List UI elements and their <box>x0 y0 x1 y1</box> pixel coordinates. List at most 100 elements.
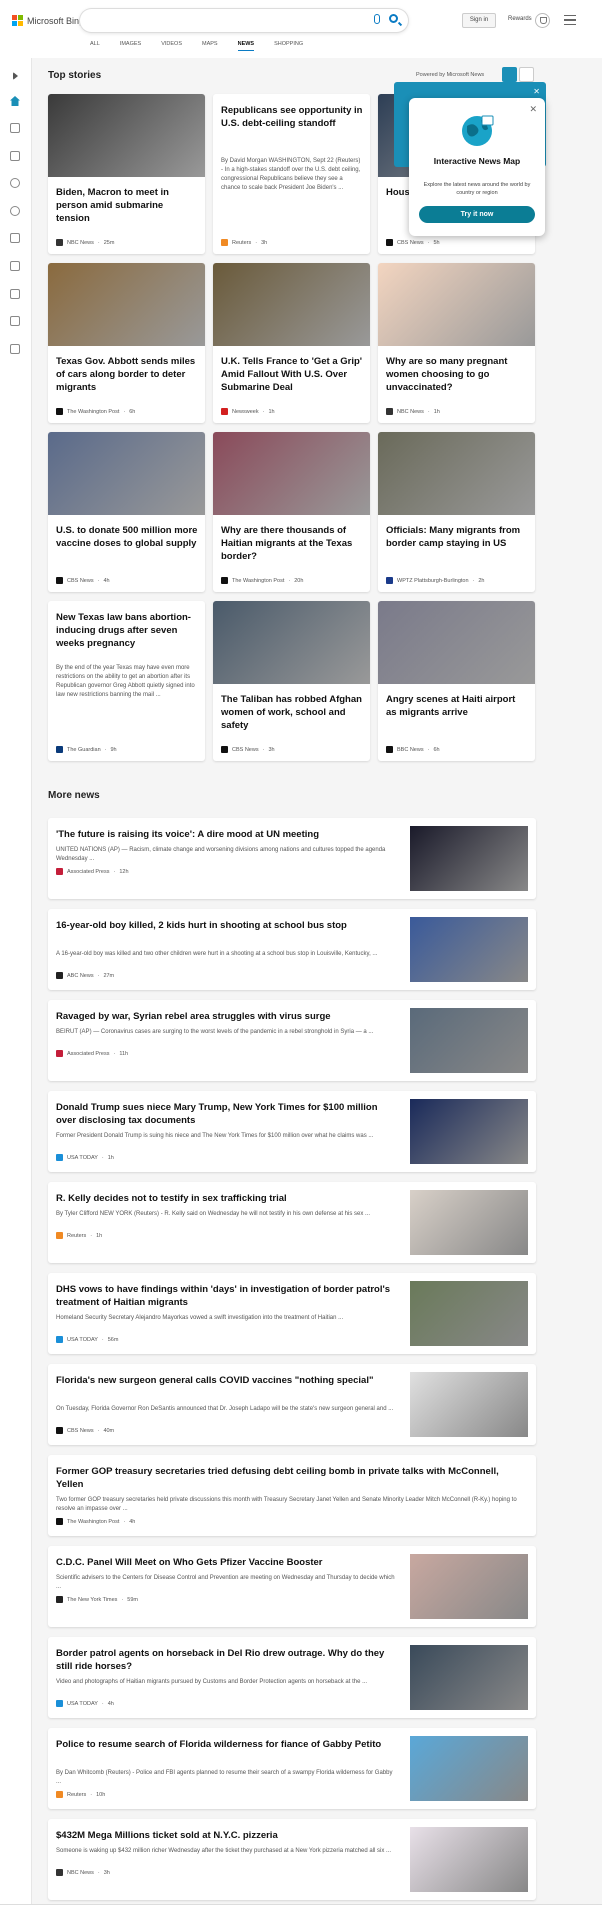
map-view-icon[interactable] <box>519 67 534 82</box>
story-title[interactable]: U.S. to donate 500 million more vaccine … <box>56 524 198 550</box>
expand-icon[interactable] <box>13 72 18 80</box>
sign-in-button[interactable]: Sign in <box>462 13 496 28</box>
source-name[interactable]: Newsweek <box>232 409 259 415</box>
news-thumbnail[interactable] <box>410 1190 528 1255</box>
home-icon[interactable] <box>10 96 20 106</box>
source-name[interactable]: BBC News <box>397 747 424 753</box>
news-thumbnail[interactable] <box>410 1645 528 1710</box>
politics-icon[interactable] <box>10 316 20 326</box>
story-card[interactable]: Angry scenes at Haiti airport as migrant… <box>378 601 535 761</box>
source-name[interactable]: Associated Press <box>67 1051 110 1057</box>
trophy-icon[interactable] <box>535 13 550 28</box>
news-title[interactable]: 'The future is raising its voice': A dir… <box>56 828 396 841</box>
news-list-item[interactable]: Police to resume search of Florida wilde… <box>48 1728 536 1809</box>
news-thumbnail[interactable] <box>410 1008 528 1073</box>
story-card[interactable]: Officials: Many migrants from border cam… <box>378 432 535 592</box>
close-icon[interactable]: ✕ <box>529 104 537 115</box>
story-title[interactable]: U.K. Tells France to 'Get a Grip' Amid F… <box>221 355 363 394</box>
news-title[interactable]: Border patrol agents on horseback in Del… <box>56 1647 396 1673</box>
source-name[interactable]: CBS News <box>232 747 259 753</box>
source-name[interactable]: Reuters <box>67 1792 86 1798</box>
source-name[interactable]: The Guardian <box>67 747 101 753</box>
story-image[interactable] <box>378 601 535 684</box>
news-title[interactable]: Florida's new surgeon general calls COVI… <box>56 1374 396 1387</box>
news-list-item[interactable]: 'The future is raising its voice': A dir… <box>48 818 536 899</box>
source-name[interactable]: USA TODAY <box>67 1701 98 1707</box>
tab-images[interactable]: IMAGES <box>120 41 141 51</box>
story-image[interactable] <box>378 432 535 515</box>
story-title[interactable]: Officials: Many migrants from border cam… <box>386 524 528 550</box>
story-card[interactable]: U.S. to donate 500 million more vaccine … <box>48 432 205 592</box>
story-image[interactable] <box>48 94 205 177</box>
news-list-item[interactable]: R. Kelly decides not to testify in sex t… <box>48 1182 536 1263</box>
news-title[interactable]: Former GOP treasury secretaries tried de… <box>56 1465 526 1491</box>
news-title[interactable]: $432M Mega Millions ticket sold at N.Y.C… <box>56 1829 396 1842</box>
story-title[interactable]: Texas Gov. Abbott sends miles of cars al… <box>56 355 198 394</box>
source-name[interactable]: NBC News <box>67 240 94 246</box>
source-name[interactable]: The Washington Post <box>67 1519 119 1525</box>
news-title[interactable]: 16-year-old boy killed, 2 kids hurt in s… <box>56 919 396 932</box>
news-thumbnail[interactable] <box>410 917 528 982</box>
tab-shopping[interactable]: SHOPPING <box>274 41 303 51</box>
news-list-item[interactable]: Former GOP treasury secretaries tried de… <box>48 1455 536 1536</box>
story-title[interactable]: Angry scenes at Haiti airport as migrant… <box>386 693 528 719</box>
tab-all[interactable]: ALL <box>90 41 100 51</box>
news-title[interactable]: Police to resume search of Florida wilde… <box>56 1738 396 1751</box>
story-card[interactable]: Republicans see opportunity in U.S. debt… <box>213 94 370 254</box>
news-list-item[interactable]: C.D.C. Panel Will Meet on Who Gets Pfize… <box>48 1546 536 1627</box>
tools-icon[interactable] <box>10 123 20 133</box>
news-list-item[interactable]: 16-year-old boy killed, 2 kids hurt in s… <box>48 909 536 990</box>
source-name[interactable]: Reuters <box>67 1233 86 1239</box>
news-thumbnail[interactable] <box>410 1827 528 1892</box>
source-name[interactable]: ABC News <box>67 973 94 979</box>
card-icon[interactable] <box>10 344 20 354</box>
try-it-now-button[interactable]: Try it now <box>419 206 535 223</box>
story-image[interactable] <box>213 601 370 684</box>
story-image[interactable] <box>48 432 205 515</box>
news-title[interactable]: Ravaged by war, Syrian rebel area strugg… <box>56 1010 396 1023</box>
location-pin-icon[interactable] <box>10 178 20 188</box>
news-title[interactable]: C.D.C. Panel Will Meet on Who Gets Pfize… <box>56 1556 396 1569</box>
globe-icon[interactable] <box>10 206 20 216</box>
news-thumbnail[interactable] <box>410 1554 528 1619</box>
story-title[interactable]: The Taliban has robbed Afghan women of w… <box>221 693 363 732</box>
news-thumbnail[interactable] <box>410 1736 528 1801</box>
source-name[interactable]: CBS News <box>67 1428 94 1434</box>
news-thumbnail[interactable] <box>410 826 528 891</box>
story-title[interactable]: Why are there thousands of Haitian migra… <box>221 524 363 563</box>
source-name[interactable]: USA TODAY <box>67 1337 98 1343</box>
tab-videos[interactable]: VIDEOS <box>161 41 182 51</box>
source-name[interactable]: WPTZ Plattsburgh-Burlington <box>397 578 469 584</box>
story-card[interactable]: New Texas law bans abortion-inducing dru… <box>48 601 205 761</box>
source-name[interactable]: CBS News <box>397 240 424 246</box>
news-title[interactable]: Donald Trump sues niece Mary Trump, New … <box>56 1101 396 1127</box>
story-card[interactable]: Why are so many pregnant women choosing … <box>378 263 535 423</box>
story-title[interactable]: New Texas law bans abortion-inducing dru… <box>56 611 198 650</box>
news-thumbnail[interactable] <box>410 1372 528 1437</box>
source-name[interactable]: NBC News <box>397 409 424 415</box>
search-input[interactable] <box>80 9 408 32</box>
story-title[interactable]: Why are so many pregnant women choosing … <box>386 355 528 394</box>
source-name[interactable]: Associated Press <box>67 869 110 875</box>
source-name[interactable]: NBC News <box>67 1870 94 1876</box>
business-icon[interactable] <box>10 233 20 243</box>
story-image[interactable] <box>48 263 205 346</box>
search-icon[interactable] <box>389 14 398 23</box>
bing-logo[interactable]: Microsoft Bing <box>12 15 84 26</box>
grid-view-icon[interactable] <box>502 67 517 82</box>
news-list-item[interactable]: DHS vows to have findings within 'days' … <box>48 1273 536 1354</box>
entertainment-icon[interactable] <box>10 289 20 299</box>
story-image[interactable] <box>213 263 370 346</box>
source-name[interactable]: USA TODAY <box>67 1155 98 1161</box>
story-card[interactable]: Texas Gov. Abbott sends miles of cars al… <box>48 263 205 423</box>
news-list-item[interactable]: Ravaged by war, Syrian rebel area strugg… <box>48 1000 536 1081</box>
story-title[interactable]: Republicans see opportunity in U.S. debt… <box>221 104 363 130</box>
news-list-item[interactable]: $432M Mega Millions ticket sold at N.Y.C… <box>48 1819 536 1900</box>
news-title[interactable]: R. Kelly decides not to testify in sex t… <box>56 1192 396 1205</box>
story-card[interactable]: Why are there thousands of Haitian migra… <box>213 432 370 592</box>
tab-maps[interactable]: MAPS <box>202 41 218 51</box>
rocket-icon[interactable] <box>10 261 20 271</box>
story-image[interactable] <box>213 432 370 515</box>
flag-icon[interactable] <box>10 151 20 161</box>
rewards-link[interactable]: Rewards <box>508 16 532 22</box>
